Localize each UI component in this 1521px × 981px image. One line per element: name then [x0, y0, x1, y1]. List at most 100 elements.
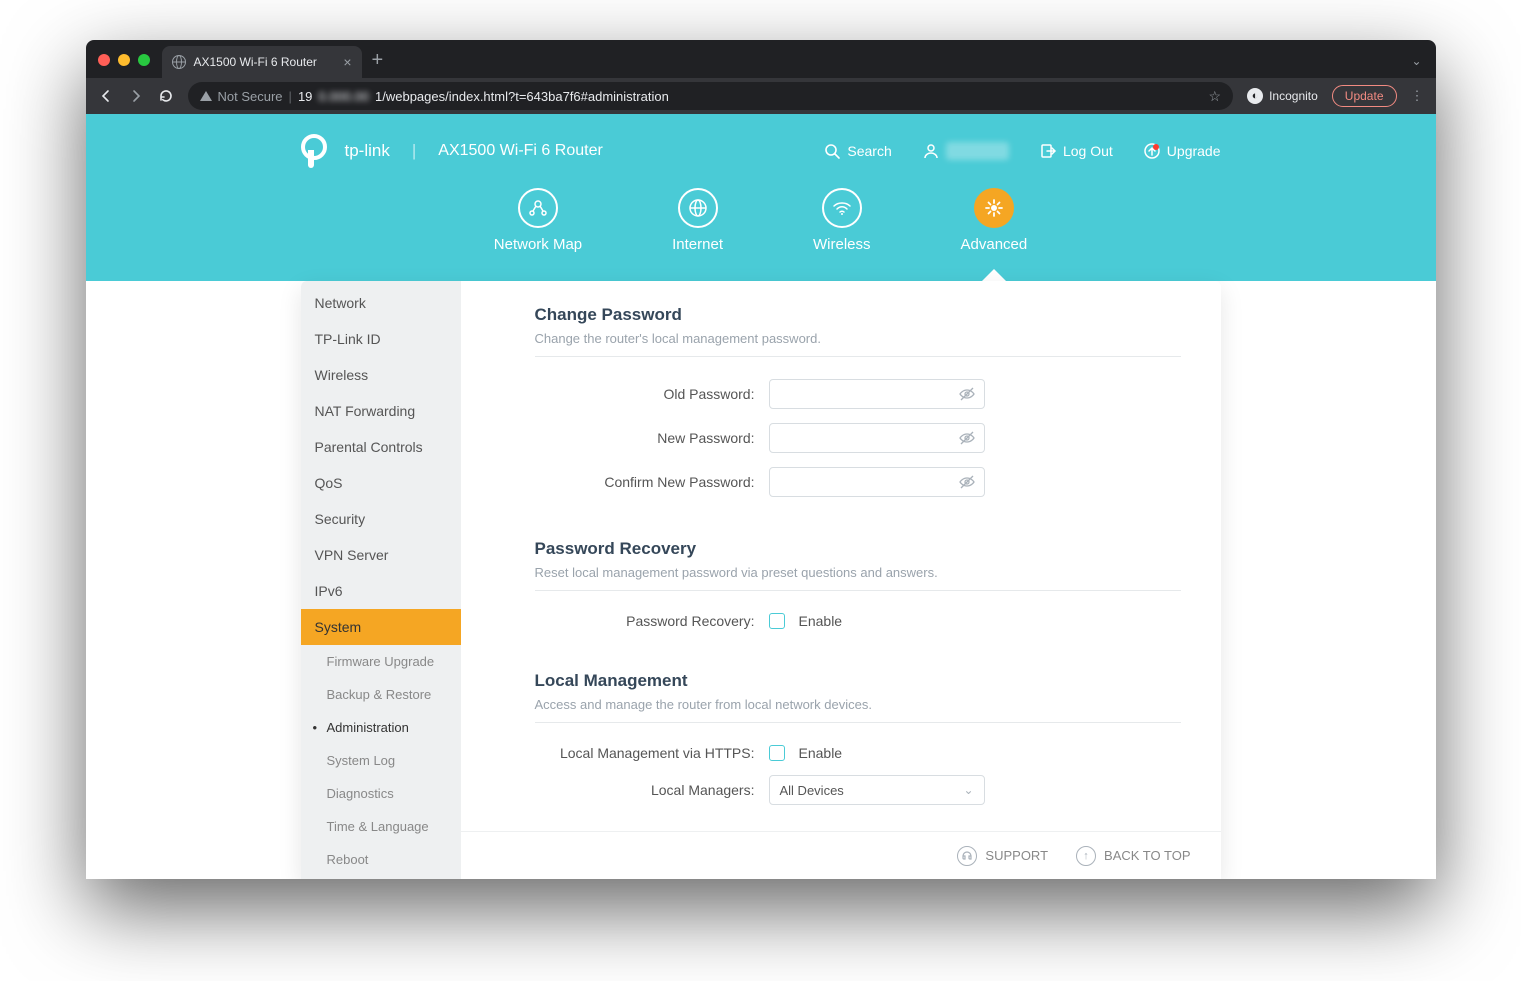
logout-icon [1039, 142, 1057, 160]
local-managers-select[interactable]: All Devices ⌄ [769, 775, 985, 805]
tab-overflow-icon[interactable]: ⌄ [1411, 54, 1421, 68]
local-management-desc: Access and manage the router from local … [535, 697, 1181, 723]
main-content: Change Password Change the router's loca… [461, 281, 1221, 879]
model-name: AX1500 Wi-Fi 6 Router [438, 142, 603, 160]
user-menu[interactable]: user [922, 142, 1009, 160]
sidebar-item-parental-controls[interactable]: Parental Controls [301, 429, 461, 465]
sidebar-item-network[interactable]: Network [301, 285, 461, 321]
arrow-up-icon: ↑ [1076, 846, 1096, 866]
password-recovery-heading: Password Recovery [535, 539, 1181, 559]
internet-icon [678, 188, 718, 228]
search-label: Search [847, 143, 891, 159]
sidebar-item-ipv6[interactable]: IPv6 [301, 573, 461, 609]
username-blurred: user [946, 142, 1009, 160]
brand-name: tp-link [345, 141, 390, 161]
address-bar[interactable]: Not Secure | 19 0.000.00 1/webpages/inde… [188, 82, 1234, 110]
password-recovery-checkbox[interactable] [769, 613, 785, 629]
notification-dot [1153, 144, 1159, 150]
logout-label: Log Out [1063, 143, 1113, 159]
not-secure-label: Not Secure [218, 89, 283, 104]
update-button[interactable]: Update [1332, 85, 1397, 107]
change-password-heading: Change Password [535, 305, 1181, 325]
back-to-top-link[interactable]: ↑ BACK TO TOP [1076, 846, 1190, 866]
search-button[interactable]: Search [823, 142, 891, 160]
eye-off-icon[interactable] [958, 429, 976, 447]
https-checkbox[interactable] [769, 745, 785, 761]
tab-label: Network Map [494, 236, 582, 253]
upgrade-label: Upgrade [1167, 143, 1221, 159]
tplink-logo-icon [301, 134, 335, 168]
not-secure-icon [200, 91, 212, 101]
change-password-desc: Change the router's local management pas… [535, 331, 1181, 357]
select-value: All Devices [780, 783, 844, 798]
close-tab-icon[interactable]: × [343, 54, 351, 70]
sidebar-sub-firmware-upgrade[interactable]: Firmware Upgrade [301, 645, 461, 678]
support-icon [957, 846, 977, 866]
sidebar-sub-system-log[interactable]: System Log [301, 744, 461, 777]
wireless-icon [822, 188, 862, 228]
tab-internet[interactable]: Internet [672, 188, 723, 253]
tab-label: Wireless [813, 236, 871, 253]
eye-off-icon[interactable] [958, 385, 976, 403]
sidebar-item-security[interactable]: Security [301, 501, 461, 537]
chevron-down-icon: ⌄ [963, 783, 973, 797]
sidebar-item-system[interactable]: System [301, 609, 461, 645]
sidebar-item-qos[interactable]: QoS [301, 465, 461, 501]
old-password-input[interactable] [769, 379, 985, 409]
url-prefix: 19 [298, 89, 312, 104]
logout-button[interactable]: Log Out [1039, 142, 1113, 160]
sidebar-item-tplink-id[interactable]: TP-Link ID [301, 321, 461, 357]
back-to-top-label: BACK TO TOP [1104, 848, 1190, 863]
password-recovery-label: Password Recovery: [535, 613, 755, 629]
sidebar-sub-backup-restore[interactable]: Backup & Restore [301, 678, 461, 711]
new-password-label: New Password: [535, 430, 755, 446]
close-window[interactable] [98, 54, 110, 66]
minimize-window[interactable] [118, 54, 130, 66]
sidebar-item-nat-forwarding[interactable]: NAT Forwarding [301, 393, 461, 429]
sidebar-sub-time-language[interactable]: Time & Language [301, 810, 461, 843]
sidebar-sub-reboot[interactable]: Reboot [301, 843, 461, 876]
support-label: SUPPORT [985, 848, 1048, 863]
tab-wireless[interactable]: Wireless [813, 188, 871, 253]
browser-tabbar: AX1500 Wi-Fi 6 Router × + ⌄ [86, 40, 1436, 78]
new-password-input[interactable] [769, 423, 985, 453]
back-button[interactable] [98, 88, 114, 104]
local-management-heading: Local Management [535, 671, 1181, 691]
confirm-password-label: Confirm New Password: [535, 474, 755, 490]
tab-label: Internet [672, 236, 723, 253]
support-link[interactable]: SUPPORT [957, 846, 1048, 866]
sidebar-item-vpn-server[interactable]: VPN Server [301, 537, 461, 573]
bookmark-icon[interactable]: ☆ [1209, 88, 1222, 105]
incognito-icon [1247, 88, 1263, 104]
router-header: tp-link | AX1500 Wi-Fi 6 Router Search u… [86, 114, 1436, 281]
sidebar-item-wireless[interactable]: Wireless [301, 357, 461, 393]
enable-label: Enable [799, 613, 843, 629]
eye-off-icon[interactable] [958, 473, 976, 491]
tab-label: Advanced [961, 236, 1028, 253]
browser-menu-icon[interactable]: ⋮ [1411, 88, 1424, 104]
confirm-password-input[interactable] [769, 467, 985, 497]
sidebar-sub-administration[interactable]: Administration [301, 711, 461, 744]
https-label: Local Management via HTTPS: [535, 745, 755, 761]
sidebar-sub-diagnostics[interactable]: Diagnostics [301, 777, 461, 810]
upgrade-button[interactable]: Upgrade [1143, 142, 1221, 160]
url-blurred: 0.000.00 [318, 89, 369, 104]
tab-network-map[interactable]: Network Map [494, 188, 582, 253]
sidebar: Network TP-Link ID Wireless NAT Forwardi… [301, 281, 461, 879]
incognito-label: Incognito [1269, 89, 1318, 103]
tab-title: AX1500 Wi-Fi 6 Router [194, 55, 317, 69]
old-password-label: Old Password: [535, 386, 755, 402]
user-icon [922, 142, 940, 160]
brand-logo: tp-link | AX1500 Wi-Fi 6 Router [301, 134, 603, 168]
forward-button[interactable] [128, 88, 144, 104]
window-controls [98, 54, 150, 66]
network-map-icon [518, 188, 558, 228]
new-tab-button[interactable]: + [372, 49, 384, 72]
enable-label: Enable [799, 745, 843, 761]
maximize-window[interactable] [138, 54, 150, 66]
browser-tab[interactable]: AX1500 Wi-Fi 6 Router × [162, 46, 362, 78]
url-suffix: 1/webpages/index.html?t=643ba7f6#adminis… [375, 89, 669, 104]
local-managers-label: Local Managers: [535, 782, 755, 798]
tab-advanced[interactable]: Advanced [961, 188, 1028, 253]
reload-button[interactable] [158, 88, 174, 104]
